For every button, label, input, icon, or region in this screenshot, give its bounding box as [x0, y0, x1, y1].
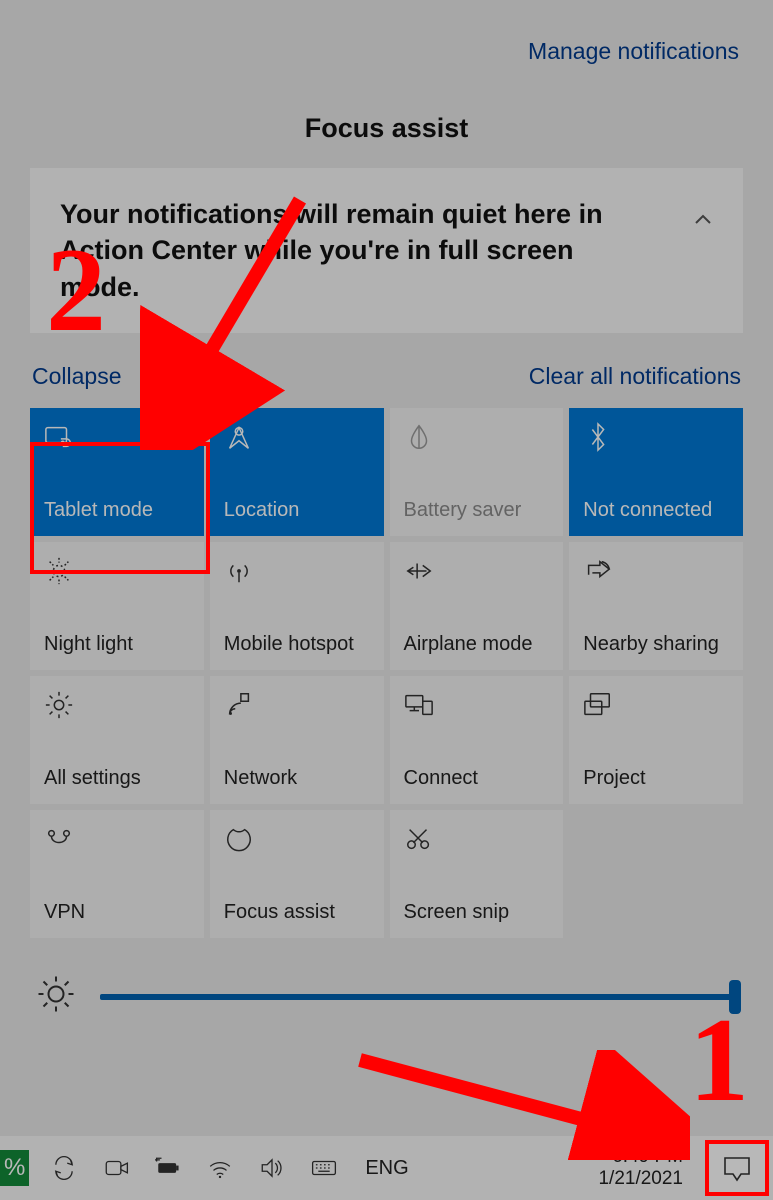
- quick-action-tiles: Tablet mode Location Battery saver Not c…: [30, 408, 743, 938]
- focus-assist-icon: [224, 824, 372, 856]
- notification-card[interactable]: Your notifications will remain quiet her…: [30, 168, 743, 333]
- tile-label: Screen snip: [404, 901, 552, 924]
- tile-location[interactable]: Location: [210, 408, 384, 536]
- tile-label: Not connected: [583, 499, 731, 522]
- vpn-icon: [44, 824, 192, 856]
- airplane-icon: [404, 556, 552, 588]
- clear-all-button[interactable]: Clear all notifications: [529, 363, 741, 390]
- tile-night-light[interactable]: Night light: [30, 542, 204, 670]
- brightness-icon: [36, 974, 76, 1019]
- action-center-panel: Manage notifications Focus assist Your n…: [0, 0, 773, 1136]
- bluetooth-icon: [583, 422, 731, 454]
- connect-icon: [404, 690, 552, 722]
- tile-tablet-mode[interactable]: Tablet mode: [30, 408, 204, 536]
- clock-time: 6:49 PM: [612, 1146, 683, 1168]
- location-icon: [224, 422, 372, 454]
- tile-battery-saver[interactable]: Battery saver: [390, 408, 564, 536]
- tile-label: Nearby sharing: [583, 633, 731, 656]
- tile-label: Location: [224, 499, 372, 522]
- manage-notifications-link[interactable]: Manage notifications: [30, 20, 743, 65]
- wifi-icon[interactable]: [203, 1155, 237, 1181]
- taskbar: % ENG 6:49 PM 1/21/2021: [0, 1136, 773, 1200]
- tile-connect[interactable]: Connect: [390, 676, 564, 804]
- keyboard-icon[interactable]: [307, 1155, 341, 1181]
- tile-label: Mobile hotspot: [224, 633, 372, 656]
- tile-focus-assist[interactable]: Focus assist: [210, 810, 384, 938]
- battery-percent-badge[interactable]: %: [0, 1150, 29, 1186]
- tray-sync-icon[interactable]: [47, 1155, 81, 1181]
- clock[interactable]: 6:49 PM 1/21/2021: [592, 1146, 689, 1190]
- battery-saver-icon: [404, 422, 552, 454]
- volume-icon[interactable]: [255, 1155, 289, 1181]
- tile-label: Airplane mode: [404, 633, 552, 656]
- notification-message: Your notifications will remain quiet her…: [60, 196, 653, 305]
- tile-label: All settings: [44, 767, 192, 790]
- tile-label: Connect: [404, 767, 552, 790]
- tile-all-settings[interactable]: All settings: [30, 676, 204, 804]
- tile-vpn[interactable]: VPN: [30, 810, 204, 938]
- power-icon[interactable]: [151, 1155, 185, 1181]
- tile-label: Project: [583, 767, 731, 790]
- hotspot-icon: [224, 556, 372, 588]
- night-light-icon: [44, 556, 192, 588]
- tile-nearby-sharing[interactable]: Nearby sharing: [569, 542, 743, 670]
- tile-network[interactable]: Network: [210, 676, 384, 804]
- tile-screen-snip[interactable]: Screen snip: [390, 810, 564, 938]
- tile-project[interactable]: Project: [569, 676, 743, 804]
- chevron-up-icon[interactable]: [693, 210, 713, 230]
- tile-label: Network: [224, 767, 372, 790]
- tile-label: Night light: [44, 633, 192, 656]
- tile-label: VPN: [44, 901, 192, 924]
- meet-now-icon[interactable]: [99, 1155, 133, 1181]
- tablet-mode-icon: [44, 422, 192, 454]
- project-icon: [583, 690, 731, 722]
- brightness-slider-row: [30, 974, 743, 1019]
- action-center-button[interactable]: [707, 1142, 767, 1194]
- clock-date: 1/21/2021: [598, 1168, 683, 1190]
- tile-label: Battery saver: [404, 499, 552, 522]
- collapse-button[interactable]: Collapse: [32, 363, 122, 390]
- screen-snip-icon: [404, 824, 552, 856]
- language-indicator[interactable]: ENG: [359, 1157, 414, 1180]
- tile-label: Tablet mode: [44, 499, 192, 522]
- tile-bluetooth[interactable]: Not connected: [569, 408, 743, 536]
- tile-mobile-hotspot[interactable]: Mobile hotspot: [210, 542, 384, 670]
- network-icon: [224, 690, 372, 722]
- settings-icon: [44, 690, 192, 722]
- tile-label: Focus assist: [224, 901, 372, 924]
- nearby-sharing-icon: [583, 556, 731, 588]
- brightness-slider-thumb[interactable]: [729, 980, 741, 1014]
- brightness-slider[interactable]: [100, 994, 737, 1000]
- tile-airplane-mode[interactable]: Airplane mode: [390, 542, 564, 670]
- section-title: Focus assist: [30, 113, 743, 144]
